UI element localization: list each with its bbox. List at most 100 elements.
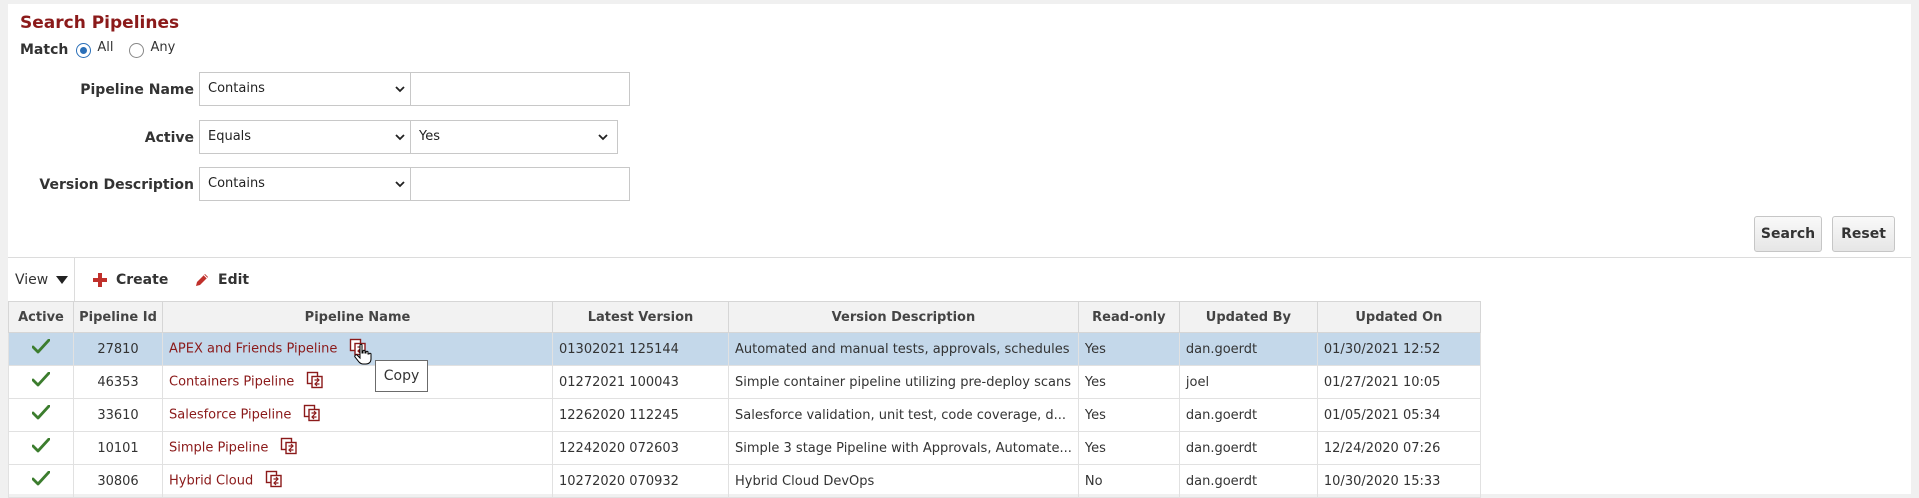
page-title: Search Pipelines [20,13,180,33]
pipeline-name-cell: Containers Pipeline [162,365,553,399]
latest-version-cell: 01302021 125144 [552,332,729,366]
updated-by-cell: dan.goerdt [1178,431,1318,465]
pipeline-id-cell: 46353 [73,365,163,399]
hand-cursor-icon [354,343,372,365]
version-description-input[interactable] [410,167,630,201]
edit-label: Edit [218,272,250,288]
filter-label-pipeline-name: Pipeline Name [80,82,194,98]
copy-icon[interactable] [306,371,324,393]
filter-label-active: Active [144,130,194,146]
active-operator-select[interactable]: Equals [199,120,415,154]
copy-icon[interactable] [280,437,298,459]
pencil-icon [196,274,208,286]
version-description-cell: Salesforce validation, unit test, code c… [728,398,1079,432]
reset-button[interactable]: Reset [1832,216,1895,252]
column-header-latest-version[interactable]: Latest Version [552,301,729,333]
create-label: Create [116,272,169,288]
search-button[interactable]: Search [1754,216,1822,252]
table-row[interactable]: 33610 Salesforce Pipeline 12262020 112245 S… [8,398,1481,432]
chevron-down-icon [598,134,608,141]
check-icon [31,437,51,458]
check-icon [31,470,51,491]
pipeline-name-cell: Hybrid Cloud [162,464,553,498]
updated-on-cell: 12/24/2020 07:26 [1316,431,1481,465]
pipeline-id-cell: 30806 [73,464,163,498]
updated-by-cell: dan.goerdt [1178,332,1318,366]
version-description-cell: Simple 3 stage Pipeline with Approvals, … [728,431,1079,465]
pipeline-name-operator-value: Contains [208,81,265,96]
latest-version-cell: 12262020 112245 [552,398,729,432]
active-cell [8,365,74,399]
updated-on-cell: 01/27/2021 10:05 [1316,365,1481,399]
view-menu-button[interactable]: View [15,272,69,288]
pipeline-name-link[interactable]: Simple Pipeline [169,441,268,456]
updated-on-cell: 01/05/2021 05:34 [1316,398,1481,432]
updated-by-cell: joel [1178,365,1318,399]
column-header-read-only[interactable]: Read-only [1077,301,1180,333]
create-button[interactable]: Create [92,272,168,288]
updated-on-cell: 01/30/2021 12:52 [1316,332,1481,366]
edit-button[interactable]: Edit [194,272,249,288]
pipeline-name-cell: Salesforce Pipeline [162,398,553,432]
match-all-label[interactable]: All [97,40,113,55]
table-row[interactable]: 46353 Containers Pipeline 01272021 100043 S… [8,365,1481,399]
check-icon [31,404,51,425]
copy-icon[interactable] [265,470,283,492]
match-all-radio[interactable] [76,42,92,58]
updated-by-cell: dan.goerdt [1178,398,1318,432]
active-value: Yes [419,129,440,144]
active-cell [8,464,74,498]
pipeline-id-cell: 27810 [73,332,163,366]
column-header-pipeline-id[interactable]: Pipeline Id [73,301,163,333]
column-header-updated-by[interactable]: Updated By [1178,301,1318,333]
pipeline-name-input[interactable] [410,72,630,106]
updated-by-cell: dan.goerdt [1178,464,1318,498]
chevron-down-icon [395,134,405,141]
latest-version-cell: 01272021 100043 [552,365,729,399]
copy-tooltip: Copy [375,360,428,392]
pipelines-table: Active Pipeline Id Pipeline Name Latest … [8,301,1481,498]
read-only-cell: Yes [1077,398,1180,432]
search-pipelines-panel: Search Pipelines Match All Any Pipeline … [8,4,1911,498]
caret-down-icon [56,276,69,284]
pipeline-name-link[interactable]: Salesforce Pipeline [169,408,291,423]
active-cell [8,398,74,432]
version-description-cell: Simple container pipeline utilizing pre-… [728,365,1079,399]
filter-label-version-description: Version Description [39,177,194,193]
pipeline-name-cell: Simple Pipeline [162,431,553,465]
active-operator-value: Equals [208,129,252,144]
active-value-select[interactable]: Yes [410,120,618,154]
chevron-down-icon [395,181,405,188]
table-row[interactable]: 30806 Hybrid Cloud 10272020 070932 Hybrid C… [8,464,1481,498]
table-header-row: Active Pipeline Id Pipeline Name Latest … [8,301,1481,333]
table-row[interactable]: 10101 Simple Pipeline 12242020 072603 Simpl… [8,431,1481,465]
column-header-pipeline-name[interactable]: Pipeline Name [162,301,553,333]
pipeline-name-link[interactable]: APEX and Friends Pipeline [169,342,337,357]
pipeline-name-link[interactable]: Containers Pipeline [169,375,294,390]
pipeline-name-link[interactable]: Hybrid Cloud [169,474,253,489]
copy-icon[interactable] [303,404,321,426]
chevron-down-icon [395,86,405,93]
plus-icon [93,273,107,287]
read-only-cell: Yes [1077,365,1180,399]
column-header-active[interactable]: Active [8,301,74,333]
match-any-label[interactable]: Any [150,40,175,55]
match-group: Match All Any [20,40,191,59]
read-only-cell: Yes [1077,431,1180,465]
toolbar-separator [74,258,75,302]
table-row[interactable]: 27810 APEX and Friends Pipeline 01302021 1… [8,332,1481,366]
active-cell [8,431,74,465]
version-description-cell: Hybrid Cloud DevOps [728,464,1079,498]
pipeline-id-cell: 10101 [73,431,163,465]
version-description-operator-select[interactable]: Contains [199,167,415,201]
pipeline-name-operator-select[interactable]: Contains [199,72,415,106]
match-any-radio[interactable] [129,42,145,58]
column-header-updated-on[interactable]: Updated On [1316,301,1481,333]
match-label: Match [20,42,69,58]
report-toolbar: View Create Edit [8,258,1911,302]
latest-version-cell: 10272020 070932 [552,464,729,498]
active-cell [8,332,74,366]
column-header-version-description[interactable]: Version Description [728,301,1079,333]
read-only-cell: Yes [1077,332,1180,366]
view-label: View [15,272,49,288]
